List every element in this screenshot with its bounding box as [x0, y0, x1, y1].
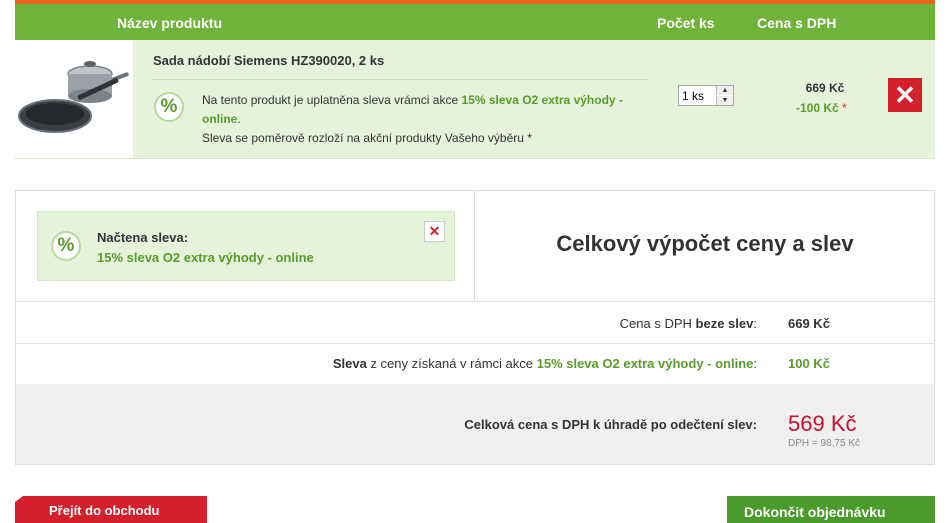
summary-row-value: 669 Kč	[788, 316, 830, 331]
decrease-quantity-button[interactable]: ▼	[716, 96, 733, 105]
discount-label-suffix: :	[753, 356, 757, 371]
price-label-suffix: :	[753, 316, 757, 331]
cart-table-header: Název produktu Počet ks Cena s DPH	[15, 0, 935, 40]
product-price: 669 Kč	[805, 81, 845, 95]
close-icon: ✕	[428, 223, 441, 239]
total-price: 569 Kč	[788, 411, 857, 436]
percent-discount-icon: %	[154, 92, 184, 122]
applied-discount-box: % Načtena sleva: 15% sleva O2 extra výho…	[37, 211, 455, 281]
remove-product-button[interactable]: ✕	[888, 78, 922, 112]
price-label-prefix: Cena s DPH	[619, 316, 696, 331]
vat-note: DPH = 98,75 Kč	[788, 438, 860, 449]
discount-label-promo: 15% sleva O2 extra výhody - online	[536, 356, 754, 371]
total-label: Celková cena s DPH k úhradě po odečtení …	[464, 417, 757, 432]
discount-label-middle: z ceny získaná v rámci akce	[366, 356, 537, 371]
promo-suffix: .	[237, 112, 241, 126]
cart-product-row: Sada nádobí Siemens HZ390020, 2 ks % Na …	[15, 40, 935, 159]
percent-discount-icon: %	[51, 231, 81, 261]
promo-note: Sleva se poměrově rozloží na akční produ…	[202, 131, 532, 145]
discount-asterisk: *	[842, 101, 847, 115]
product-name[interactable]: Sada nádobí Siemens HZ390020, 2 ks	[153, 53, 384, 68]
quantity-stepper[interactable]: 1 ks ▲ ▼	[678, 85, 734, 106]
summary-row-label: Cena s DPH beze slev:	[620, 316, 757, 331]
product-image[interactable]	[15, 40, 133, 158]
discount-label-bold: Sleva	[332, 356, 367, 371]
back-to-shop-button[interactable]: Přejít do obchodu	[15, 496, 207, 523]
promo-prefix: Na tento produkt je uplatněna sleva vrám…	[202, 93, 462, 107]
cookware-icon	[18, 61, 129, 133]
summary-row-value: 100 Kč	[788, 356, 830, 371]
divider	[16, 301, 934, 302]
close-icon: ✕	[894, 80, 916, 110]
summary-row-label: Sleva z ceny získaná v rámci akce 15% sl…	[333, 356, 757, 371]
column-header-product: Název produktu	[117, 15, 223, 31]
product-discount-value: -100 Kč	[796, 101, 839, 115]
applied-discount-label: Načtena sleva:	[97, 230, 189, 245]
applied-discount-name: 15% sleva O2 extra výhody - online	[97, 250, 314, 265]
column-header-quantity: Počet ks	[657, 15, 715, 31]
price-summary: % Načtena sleva: 15% sleva O2 extra výho…	[15, 190, 935, 465]
summary-title: Celkový výpočet ceny a slev	[556, 231, 854, 256]
promo-text: Na tento produkt je uplatněna sleva vrám…	[202, 91, 662, 148]
product-discount: -100 Kč *	[785, 101, 886, 115]
divider	[16, 343, 934, 344]
finish-order-button[interactable]: Dokončit objednávku	[727, 496, 935, 523]
price-label-bold: beze slev	[695, 316, 754, 331]
column-header-price: Cena s DPH	[757, 15, 837, 31]
increase-quantity-button[interactable]: ▲	[716, 86, 733, 95]
quantity-value[interactable]: 1 ks	[682, 89, 704, 103]
remove-discount-button[interactable]: ✕	[424, 221, 445, 242]
divider	[153, 79, 648, 80]
